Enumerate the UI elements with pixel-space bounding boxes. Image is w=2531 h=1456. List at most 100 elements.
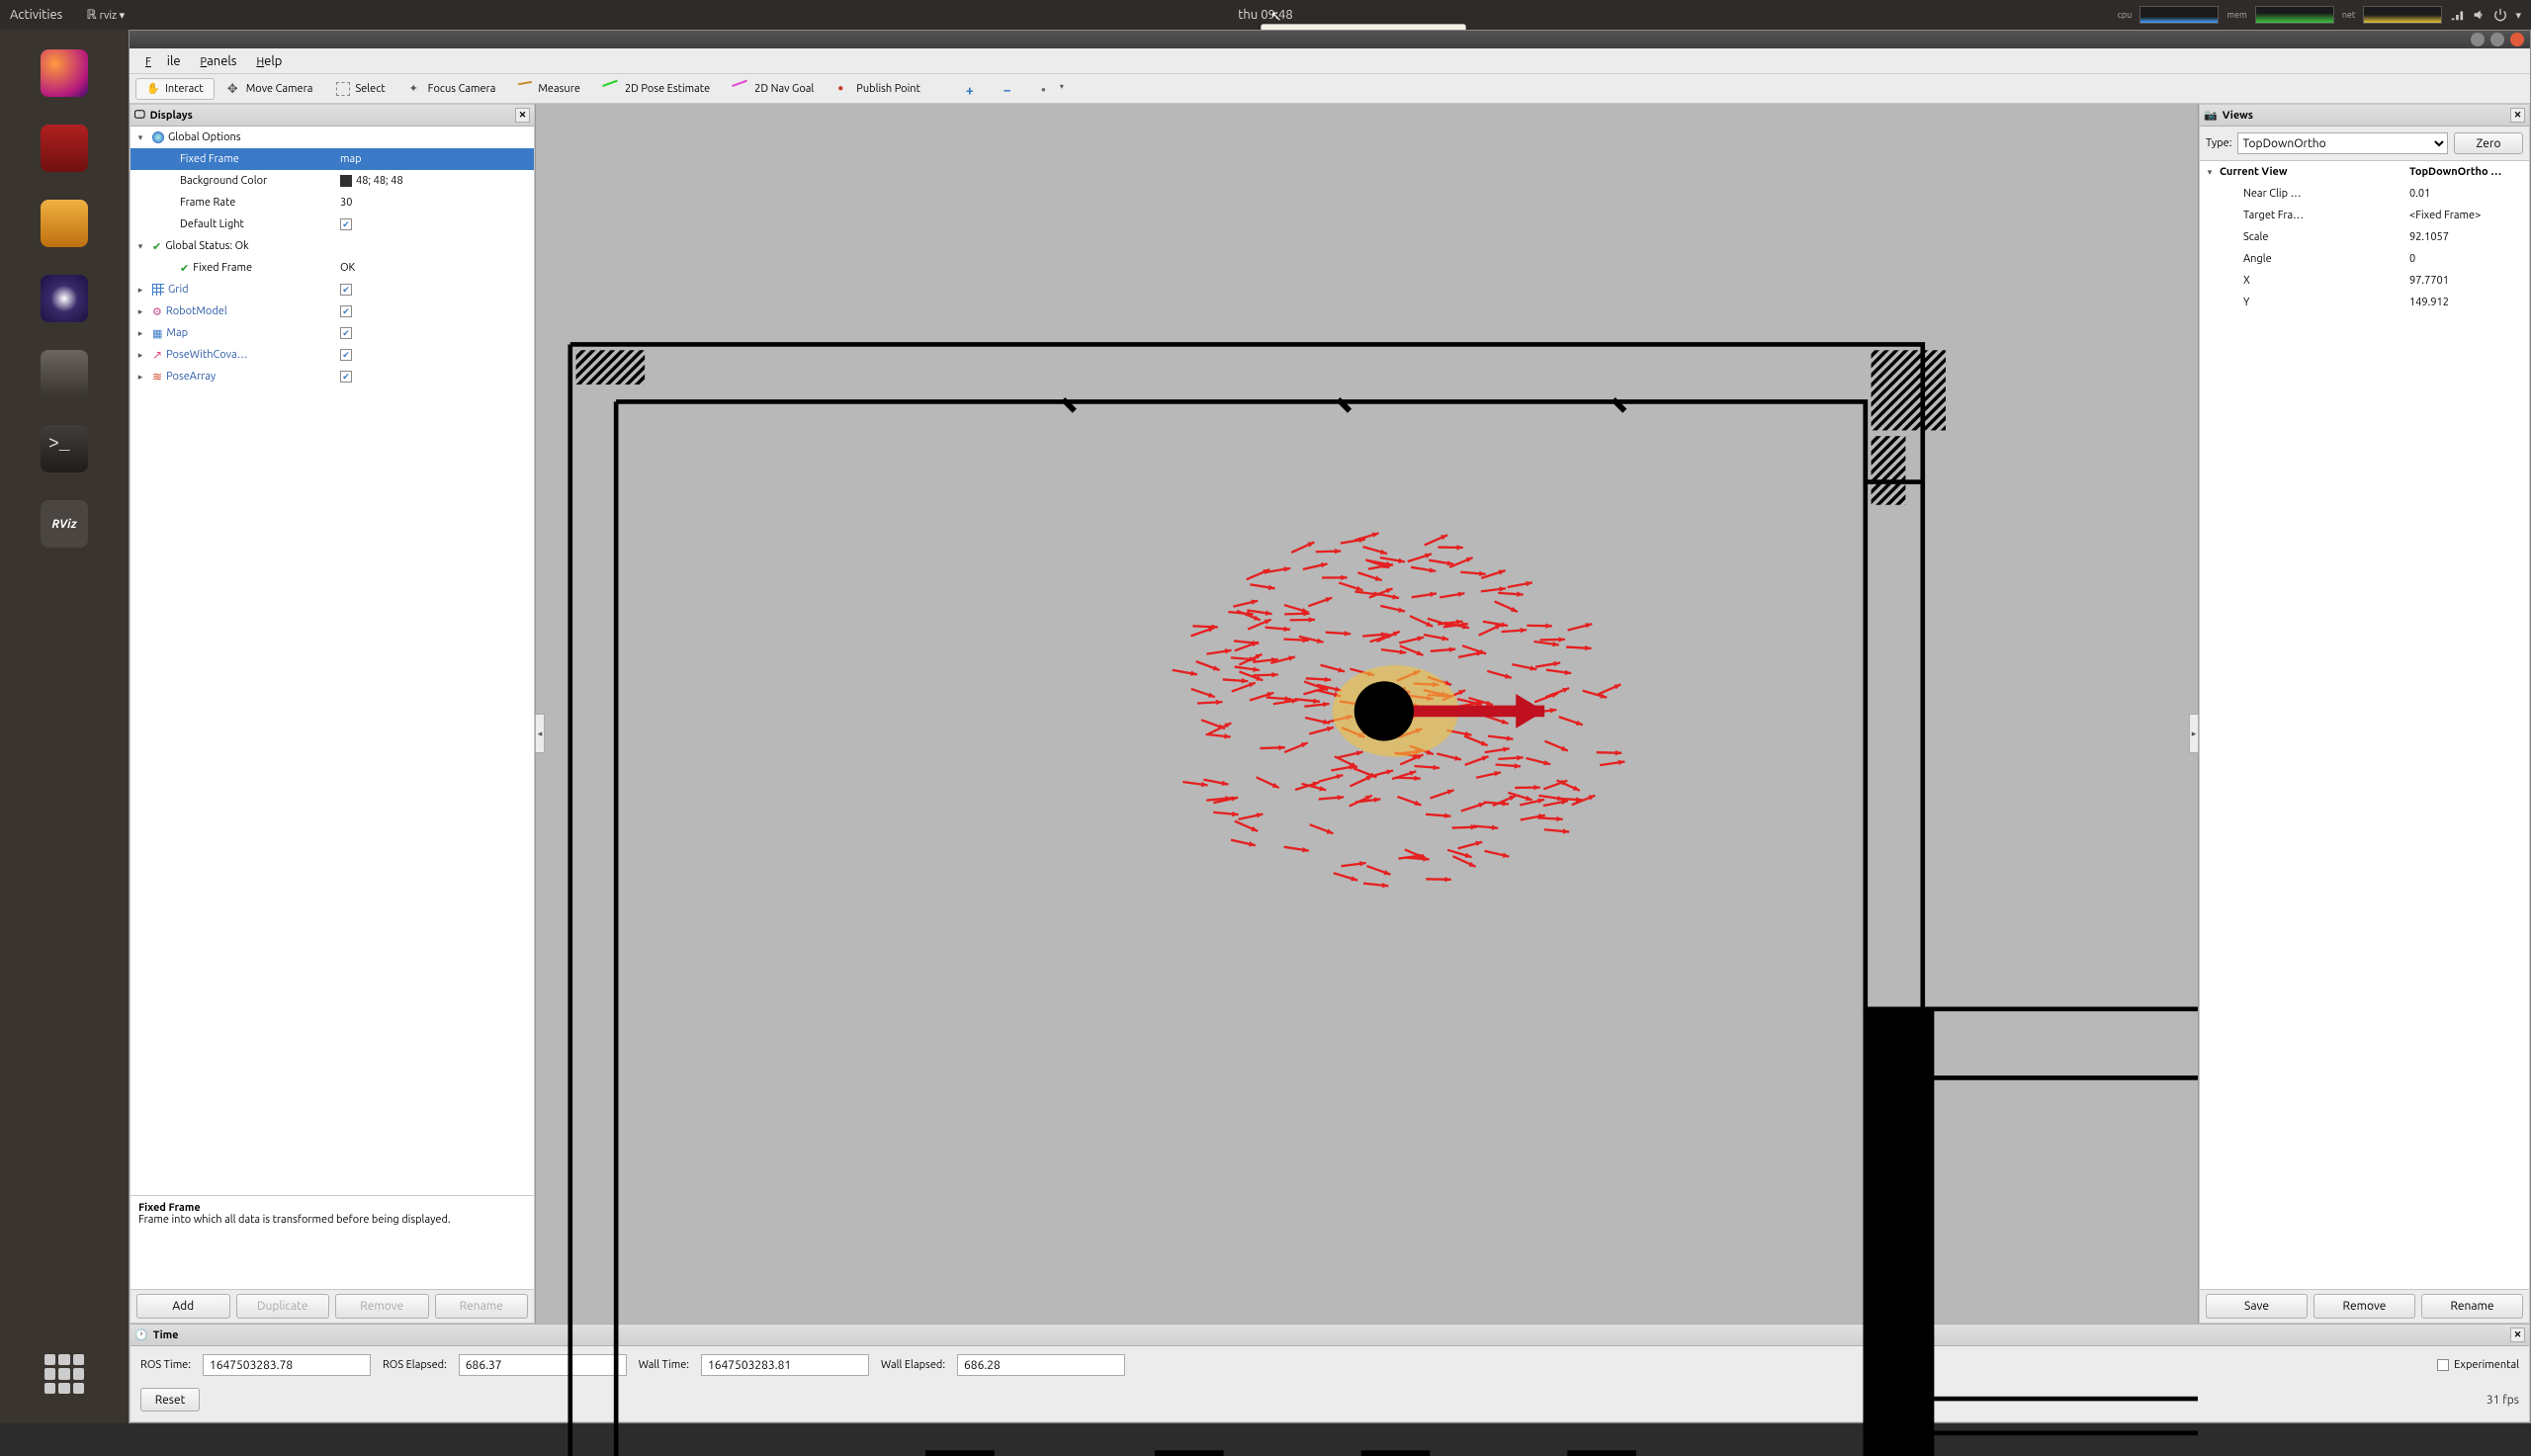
mem-graph[interactable]	[2255, 6, 2334, 24]
net-graph[interactable]	[2363, 6, 2442, 24]
dock-files[interactable]	[41, 350, 88, 397]
activities-button[interactable]: Activities	[10, 8, 62, 22]
menu-help[interactable]: Help	[248, 51, 290, 71]
dock-terminal[interactable]	[41, 425, 88, 472]
add-button[interactable]: Add	[136, 1294, 230, 1319]
clock[interactable]: thu 09:48	[1238, 8, 1292, 22]
tree-row-bg-color[interactable]: Background Color48; 48; 48	[131, 170, 534, 192]
tree-row-fixed-frame[interactable]: Fixed Framemap	[131, 148, 534, 170]
checkbox[interactable]	[340, 349, 352, 361]
tree-row-global-status[interactable]: ▾Global Status: Ok	[131, 235, 534, 257]
pose-icon	[602, 79, 622, 98]
tree-row-status-ff[interactable]: Fixed FrameOK	[131, 257, 534, 279]
close-icon[interactable]: ✕	[515, 108, 530, 123]
remove-button: Remove	[335, 1294, 429, 1319]
window-maximize[interactable]	[2490, 33, 2504, 46]
focus-icon	[409, 82, 423, 96]
tree-row-default-light[interactable]: Default Light	[131, 214, 534, 235]
dock-firefox[interactable]	[41, 49, 88, 97]
views-remove-button[interactable]: Remove	[2313, 1294, 2415, 1319]
tool-publish-point[interactable]: Publish Point	[827, 78, 931, 100]
displays-tree[interactable]: ▾Global Options Fixed Framemap Backgroun…	[131, 127, 534, 1195]
system-tray: cpu mem net ▾	[2118, 6, 2521, 24]
views-rename-button[interactable]: Rename	[2421, 1294, 2523, 1319]
tool-measure[interactable]: Measure	[508, 78, 591, 100]
dock-app-yellow[interactable]	[41, 200, 88, 247]
tool-select[interactable]: Select	[325, 78, 395, 100]
cpu-graph[interactable]	[2139, 6, 2219, 24]
close-icon[interactable]: ✕	[2510, 108, 2525, 123]
reset-button[interactable]: Reset	[140, 1388, 200, 1412]
pose-array-icon	[152, 370, 162, 384]
color-swatch	[340, 175, 352, 187]
window-minimize[interactable]	[2471, 33, 2485, 46]
tree-row-posewithcov[interactable]: ▸PoseWithCova…	[131, 344, 534, 366]
pose-cov-icon	[152, 348, 162, 362]
window-titlebar[interactable]	[130, 31, 2530, 48]
move-icon	[227, 82, 241, 96]
volume-icon[interactable]	[2472, 8, 2486, 22]
hand-icon	[146, 82, 160, 96]
close-icon[interactable]: ✕	[2510, 1328, 2525, 1342]
checkbox[interactable]	[340, 371, 352, 383]
3d-viewport[interactable]: ◂ ▸	[535, 104, 2199, 1324]
minus-icon	[1004, 82, 1017, 96]
displays-panel: 🖵 Displays ✕ ▾Global Options Fixed Frame…	[130, 104, 535, 1324]
displays-description: Fixed Frame Frame into which all data is…	[131, 1195, 534, 1289]
dropdown-icon[interactable]: ▾	[2515, 9, 2521, 22]
clock-icon: 🕐	[134, 1328, 148, 1341]
type-label: Type:	[2206, 137, 2231, 149]
tool-add[interactable]	[955, 78, 991, 100]
dock-eclipse[interactable]	[41, 275, 88, 322]
robot-icon	[152, 305, 162, 318]
checkbox[interactable]	[340, 305, 352, 317]
tree-row-grid[interactable]: ▸Grid	[131, 279, 534, 300]
tool-focus-camera[interactable]: Focus Camera	[398, 78, 507, 100]
app-indicator[interactable]: ℝ rviz ▾	[86, 8, 125, 23]
dock: RViz	[0, 30, 129, 1423]
experimental-checkbox[interactable]: Experimental	[2437, 1359, 2519, 1371]
zero-button[interactable]: Zero	[2454, 132, 2523, 154]
tool-more[interactable]: ▾	[1030, 78, 1085, 100]
tool-remove[interactable]	[993, 78, 1028, 100]
views-save-button[interactable]: Save	[2206, 1294, 2308, 1319]
checkbox[interactable]	[340, 284, 352, 296]
chevron-down-icon: ▾	[1060, 82, 1074, 96]
camera-icon: 📷	[2204, 109, 2218, 122]
tool-move-camera[interactable]: Move Camera	[217, 78, 324, 100]
grid-icon	[152, 284, 164, 296]
tool-2d-nav-goal[interactable]: 2D Nav Goal	[723, 78, 825, 100]
tool-interact[interactable]: Interact	[135, 78, 215, 100]
tree-row-map[interactable]: ▸Map	[131, 322, 534, 344]
fps-indicator: 31 fps	[2487, 1394, 2519, 1407]
cursor-icon: ↖	[1270, 8, 1282, 25]
displays-panel-header[interactable]: 🖵 Displays ✕	[131, 105, 534, 127]
views-panel: 📷 Views ✕ Type: TopDownOrtho Zero ▾Curre…	[2199, 104, 2530, 1324]
dock-rviz[interactable]: RViz	[41, 500, 88, 548]
monitor-icon: 🖵	[134, 109, 145, 122]
tree-row-posearray[interactable]: ▸PoseArray	[131, 366, 534, 387]
select-icon	[336, 82, 350, 96]
views-panel-header[interactable]: 📷 Views ✕	[2200, 105, 2529, 127]
checkbox[interactable]	[340, 218, 352, 230]
checkbox[interactable]	[340, 327, 352, 339]
view-type-select[interactable]: TopDownOrtho	[2237, 132, 2448, 154]
dock-app-red[interactable]	[41, 125, 88, 172]
menu-file[interactable]: File	[137, 51, 189, 71]
ros-elapsed-label: ROS Elapsed:	[383, 1359, 447, 1371]
dock-show-apps[interactable]	[44, 1354, 84, 1394]
ok-icon	[152, 240, 161, 253]
tree-row-robotmodel[interactable]: ▸RobotModel	[131, 300, 534, 322]
window-close[interactable]	[2510, 33, 2524, 46]
network-icon[interactable]	[2450, 8, 2464, 22]
menu-panels[interactable]: Panels	[193, 51, 245, 71]
toolbar: Interact Move Camera Select Focus Camera…	[130, 74, 2530, 104]
tool-2d-pose-estimate[interactable]: 2D Pose Estimate	[593, 78, 721, 100]
views-tree[interactable]: ▾Current ViewTopDownOrtho … Near Clip …0…	[2200, 161, 2529, 1289]
nav-icon	[732, 79, 751, 98]
ros-time-field[interactable]	[203, 1354, 371, 1376]
tree-row-frame-rate[interactable]: Frame Rate30	[131, 192, 534, 214]
map-icon	[152, 327, 162, 340]
power-icon[interactable]	[2493, 8, 2507, 22]
globe-icon	[152, 131, 164, 143]
